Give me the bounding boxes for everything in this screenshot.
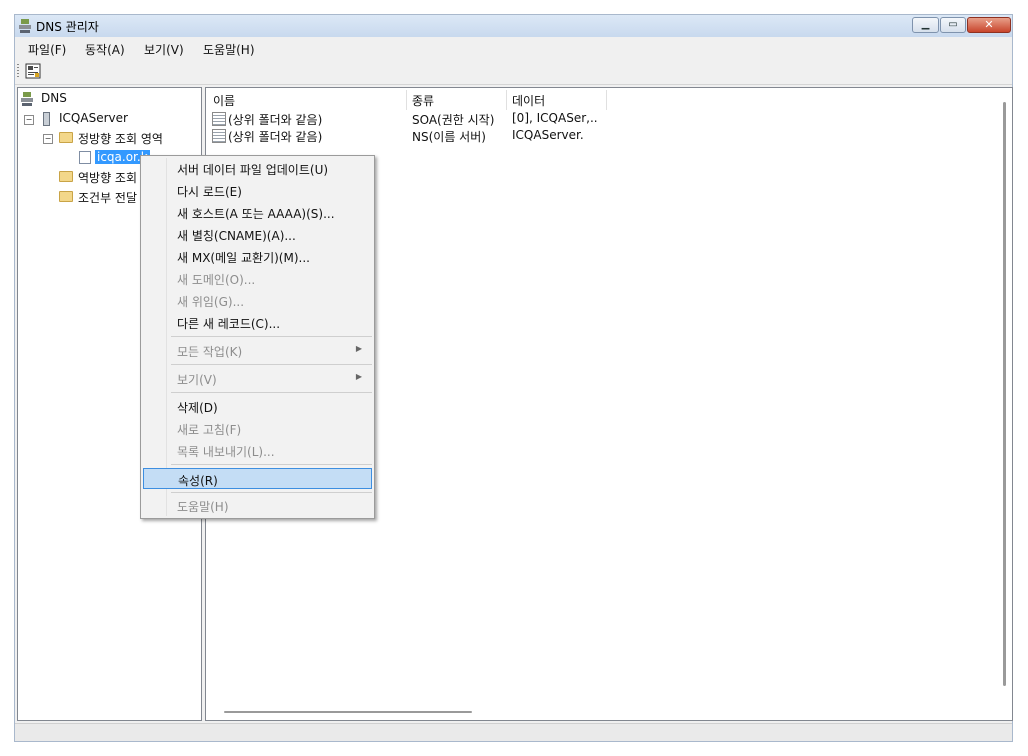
close-icon: ✕ (984, 18, 994, 31)
title-bar[interactable]: DNS 관리자 ▁ ▭ ✕ (15, 15, 1012, 37)
minimize-icon: ▁ (921, 19, 930, 30)
menu-item-view[interactable]: 보기(V) ▶ (143, 368, 372, 389)
record-name: (상위 폴더와 같음) (228, 113, 323, 127)
menu-item-help[interactable]: 도움말(H) (143, 495, 372, 516)
vertical-scrollbar[interactable] (1003, 102, 1006, 686)
window-title: DNS 관리자 (36, 20, 99, 34)
maximize-icon: ▭ (948, 19, 958, 30)
menu-item-label: 새 위임(G)... (177, 295, 245, 309)
record-type: NS(이름 서버) (412, 130, 486, 144)
tree-label-forward-zone: 정방향 조회 영역 (78, 132, 163, 146)
dns-node-icon (21, 92, 33, 106)
submenu-arrow-icon: ▶ (355, 372, 362, 381)
horizontal-scrollbar[interactable] (224, 711, 472, 713)
menu-item-properties[interactable]: 속성(R) (143, 468, 372, 489)
menu-item-label: 삭제(D) (177, 401, 218, 415)
collapse-icon[interactable]: − (43, 134, 53, 144)
menu-help[interactable]: 도움말(H) (203, 41, 255, 58)
folder-icon (59, 191, 73, 202)
menu-action[interactable]: 동작(A) (85, 41, 125, 58)
menu-item-export-list: 목록 내보내기(L)... (143, 440, 372, 461)
collapse-icon[interactable]: − (24, 115, 34, 125)
record-data: ICQAServer. (512, 128, 584, 142)
close-button[interactable]: ✕ (967, 17, 1011, 33)
menu-file[interactable]: 파일(F) (28, 41, 66, 58)
maximize-button[interactable]: ▭ (940, 17, 966, 33)
menu-bar: 파일(F) 동작(A) 보기(V) 도움말(H) (15, 37, 1012, 59)
menu-item-all-tasks[interactable]: 모든 작업(K) ▶ (143, 340, 372, 361)
menu-view[interactable]: 보기(V) (144, 41, 184, 58)
column-divider[interactable] (406, 90, 407, 110)
context-menu: 서버 데이터 파일 업데이트(U) 다시 로드(E) 새 호스트(A 또는 AA… (140, 155, 375, 519)
menu-item-other-new-records[interactable]: 다른 새 레코드(C)... (143, 312, 372, 333)
record-name: (상위 폴더와 같음) (228, 130, 323, 144)
menu-item-new-host[interactable]: 새 호스트(A 또는 AAAA)(S)... (143, 202, 372, 223)
tree-label-conditional-forwarders: 조건부 전달 (78, 191, 138, 205)
menu-item-delete[interactable]: 삭제(D) (143, 396, 372, 417)
menu-item-label: 새 호스트(A 또는 AAAA)(S)... (177, 207, 335, 221)
submenu-arrow-icon: ▶ (355, 344, 362, 353)
menu-item-label: 새 별칭(CNAME)(A)... (177, 229, 296, 243)
menu-item-label: 모든 작업(K) (177, 345, 243, 359)
record-type: SOA(권한 시작) (412, 113, 495, 127)
tree-label-reverse-zone: 역방향 조회 (78, 171, 138, 185)
properties-toolbar-icon[interactable] (25, 63, 41, 79)
tree-node-forward-zone[interactable]: − 정방향 조회 영역 (18, 130, 198, 146)
column-header-type[interactable]: 종류 (412, 92, 434, 109)
column-header-data[interactable]: 데이터 (512, 92, 545, 109)
menu-item-label: 목록 내보내기(L)... (177, 445, 275, 459)
menu-item-new-mx[interactable]: 새 MX(메일 교환기)(M)... (143, 246, 372, 267)
toolbar-grip[interactable] (17, 64, 19, 78)
menu-separator (171, 492, 372, 493)
menu-item-reload[interactable]: 다시 로드(E) (143, 180, 372, 201)
tree-label-server: ICQAServer (59, 111, 128, 125)
column-divider[interactable] (506, 90, 507, 110)
status-bar (15, 723, 1012, 741)
tree-node-server[interactable]: − ICQAServer (18, 111, 148, 127)
tree-label-dns: DNS (41, 91, 67, 105)
menu-separator (171, 392, 372, 393)
menu-item-label: 다른 새 레코드(C)... (177, 317, 281, 331)
record-icon (212, 129, 226, 143)
menu-item-label: 다시 로드(E) (177, 185, 242, 199)
menu-item-label: 서버 데이터 파일 업데이트(U) (177, 163, 329, 177)
menu-item-label: 속성(R) (178, 474, 218, 488)
menu-item-label: 새 MX(메일 교환기)(M)... (177, 251, 310, 265)
tree-node-dns[interactable]: DNS (21, 91, 121, 107)
minimize-button[interactable]: ▁ (912, 17, 939, 33)
menu-item-refresh: 새로 고침(F) (143, 418, 372, 439)
dns-app-icon (19, 19, 31, 33)
menu-item-new-alias[interactable]: 새 별칭(CNAME)(A)... (143, 224, 372, 245)
menu-separator (171, 336, 372, 337)
column-divider[interactable] (606, 90, 607, 110)
menu-item-update-server-data-file[interactable]: 서버 데이터 파일 업데이트(U) (143, 158, 372, 179)
menu-item-new-domain: 새 도메인(O)... (143, 268, 372, 289)
column-header-name[interactable]: 이름 (213, 92, 235, 109)
toolbar (15, 59, 1012, 85)
folder-icon (59, 171, 73, 182)
menu-item-label: 새로 고침(F) (177, 423, 242, 437)
menu-separator (171, 464, 372, 465)
menu-item-label: 보기(V) (177, 373, 217, 387)
record-icon (212, 112, 226, 126)
server-icon (43, 112, 50, 126)
zone-icon (79, 151, 91, 164)
folder-icon (59, 132, 73, 143)
menu-item-label: 새 도메인(O)... (177, 273, 256, 287)
menu-item-new-delegation: 새 위임(G)... (143, 290, 372, 311)
menu-separator (171, 364, 372, 365)
record-data: [0], ICQASer,.. (512, 111, 598, 125)
menu-item-label: 도움말(H) (177, 500, 229, 514)
